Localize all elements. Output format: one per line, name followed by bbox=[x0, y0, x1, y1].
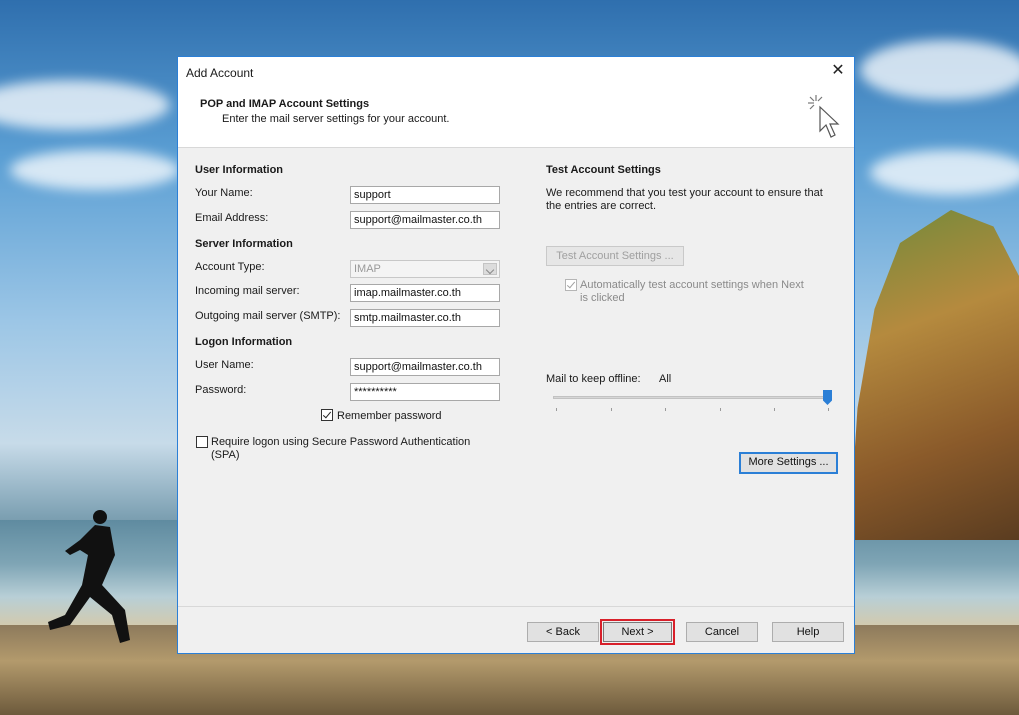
password-label: Password: bbox=[195, 384, 247, 396]
username-label: User Name: bbox=[195, 359, 254, 371]
test-description-line1: We recommend that you test your account … bbox=[546, 187, 823, 199]
wizard-cursor-icon bbox=[808, 95, 840, 138]
slider-tick bbox=[611, 408, 612, 411]
add-account-dialog: Add Account ✕ POP and IMAP Account Setti… bbox=[177, 56, 855, 654]
dialog-header: POP and IMAP Account Settings Enter the … bbox=[178, 87, 854, 148]
slider-tick bbox=[665, 408, 666, 411]
incoming-server-label: Incoming mail server: bbox=[195, 285, 300, 297]
remember-password-checkbox[interactable] bbox=[321, 409, 333, 421]
cancel-button[interactable]: Cancel bbox=[686, 622, 758, 642]
close-icon[interactable]: ✕ bbox=[828, 61, 848, 81]
footer-separator bbox=[178, 606, 854, 607]
header-title: POP and IMAP Account Settings bbox=[200, 98, 370, 110]
your-name-field[interactable]: support bbox=[350, 186, 500, 204]
email-address-field[interactable]: support@mailmaster.co.th bbox=[350, 211, 500, 229]
email-address-label: Email Address: bbox=[195, 212, 269, 224]
slider-tick bbox=[774, 408, 775, 411]
remember-password-label: Remember password bbox=[337, 410, 442, 422]
slider-tick bbox=[720, 408, 721, 411]
password-field[interactable]: ********** bbox=[350, 383, 500, 401]
cloud bbox=[0, 80, 170, 130]
more-settings-button[interactable]: More Settings ... bbox=[739, 452, 838, 474]
mail-offline-value: All bbox=[659, 373, 672, 385]
slider-tick bbox=[556, 408, 557, 411]
cloud bbox=[860, 40, 1019, 100]
server-information-heading: Server Information bbox=[195, 238, 293, 250]
dialog-title: Add Account bbox=[186, 66, 254, 80]
account-type-label: Account Type: bbox=[195, 261, 265, 273]
account-type-select: IMAP bbox=[350, 260, 500, 278]
slider-tick bbox=[828, 408, 829, 411]
test-account-heading: Test Account Settings bbox=[546, 164, 661, 176]
test-account-settings-button[interactable]: Test Account Settings ... bbox=[546, 246, 684, 266]
cloud bbox=[10, 150, 180, 190]
mail-offline-slider-track[interactable] bbox=[553, 396, 829, 399]
runner-silhouette bbox=[48, 510, 130, 643]
outgoing-server-label: Outgoing mail server (SMTP): bbox=[195, 310, 341, 322]
username-field[interactable]: support@mailmaster.co.th bbox=[350, 358, 500, 376]
rock-cliff bbox=[849, 210, 1019, 540]
chevron-down-icon bbox=[483, 263, 497, 275]
header-subtitle: Enter the mail server settings for your … bbox=[222, 113, 450, 125]
incoming-server-field[interactable]: imap.mailmaster.co.th bbox=[350, 284, 500, 302]
outgoing-server-field[interactable]: smtp.mailmaster.co.th bbox=[350, 309, 500, 327]
test-description-line2: the entries are correct. bbox=[546, 200, 657, 212]
spa-checkbox[interactable] bbox=[196, 436, 208, 448]
auto-test-checkbox[interactable] bbox=[565, 279, 577, 291]
logon-information-heading: Logon Information bbox=[195, 336, 293, 348]
spa-label-line2: (SPA) bbox=[211, 449, 240, 461]
your-name-label: Your Name: bbox=[195, 187, 253, 199]
back-button[interactable]: < Back bbox=[527, 622, 599, 642]
auto-test-label-line1: Automatically test account settings when… bbox=[580, 279, 804, 291]
cloud bbox=[870, 150, 1019, 195]
spa-label-line1: Require logon using Secure Password Auth… bbox=[211, 436, 471, 448]
mail-offline-label: Mail to keep offline: bbox=[546, 373, 641, 385]
user-information-heading: User Information bbox=[195, 164, 284, 176]
account-type-value: IMAP bbox=[354, 263, 381, 275]
next-button[interactable]: Next > bbox=[600, 619, 675, 645]
help-button[interactable]: Help bbox=[772, 622, 844, 642]
auto-test-label-line2: is clicked bbox=[580, 292, 625, 304]
title-bar: Add Account ✕ bbox=[178, 57, 854, 87]
